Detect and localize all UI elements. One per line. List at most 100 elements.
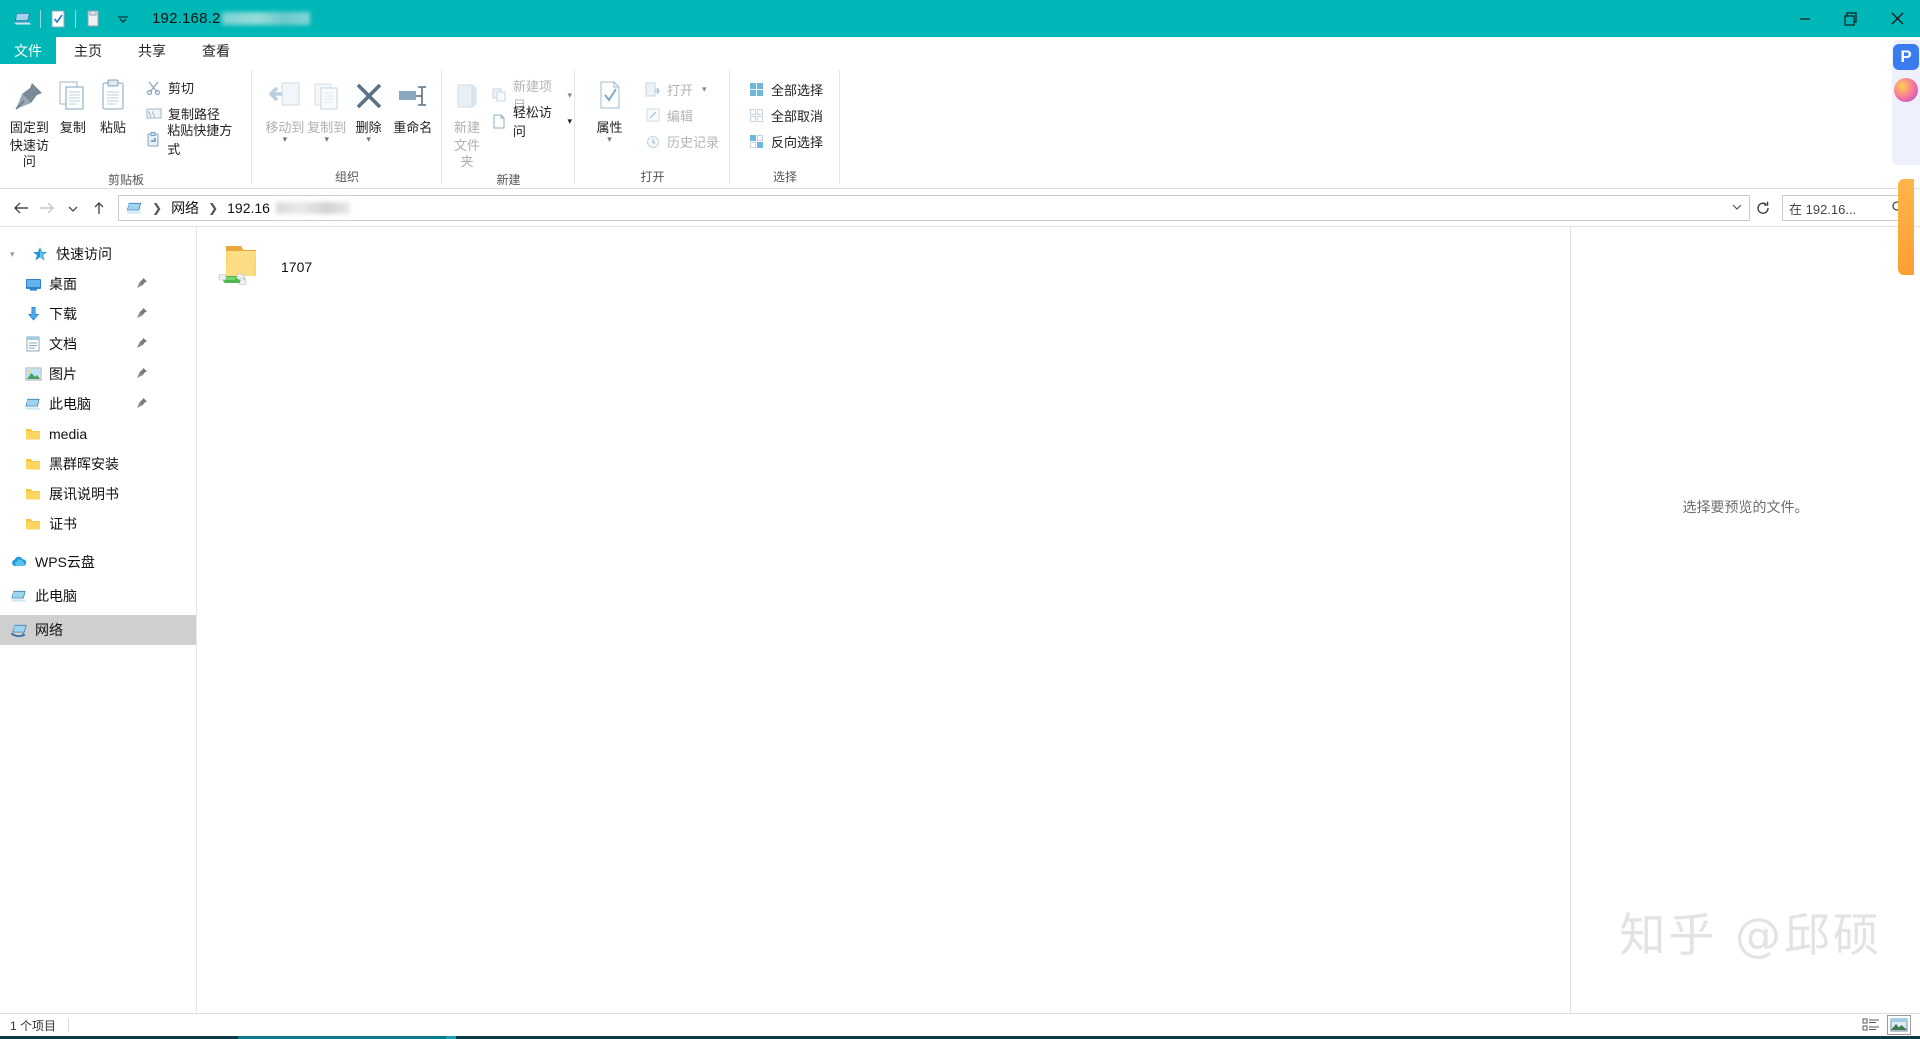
address-bar-row: ❯ 网络 ❯ 192.16 在 192.16...: [0, 190, 1920, 226]
edit-button[interactable]: 编辑: [640, 102, 724, 128]
window-title: 192.168.2: [152, 10, 310, 27]
rename-button[interactable]: 重命名: [390, 70, 436, 136]
sidebar-item-label: WPS云盘: [35, 554, 95, 570]
delete-caret-icon[interactable]: ▾: [366, 135, 371, 144]
select-none-icon: [748, 107, 765, 124]
breadcrumb-separator-2[interactable]: ❯: [204, 201, 222, 215]
easy-access-button[interactable]: 轻松访问 ▾: [488, 105, 576, 139]
tab-home[interactable]: 主页: [56, 37, 120, 64]
forward-button[interactable]: [34, 195, 60, 221]
open-icon: [644, 81, 661, 98]
select-none-button[interactable]: 全部取消: [744, 102, 836, 128]
properties-checkbox-icon[interactable]: [43, 4, 73, 34]
sidebar-item-downloads[interactable]: 下载: [0, 299, 196, 329]
sidebar-item-heiqunhui[interactable]: 黑群晖安装: [0, 449, 196, 479]
network-icon: [10, 621, 28, 639]
paste-button[interactable]: 粘贴: [93, 70, 133, 136]
rename-label: 重命名: [393, 120, 433, 135]
copy-button[interactable]: 复制: [53, 70, 93, 136]
pin-icon[interactable]: [136, 336, 148, 352]
new-item-caret-icon[interactable]: ▾: [567, 90, 572, 101]
cut-button[interactable]: 剪切: [141, 74, 246, 100]
select-all-button[interactable]: 全部选择: [744, 76, 836, 102]
pin-icon[interactable]: [136, 366, 148, 382]
delete-button[interactable]: 删除 ▾: [348, 70, 390, 144]
sidebar-item-label: 文档: [49, 336, 77, 352]
large-icons-view-icon[interactable]: [1887, 1015, 1911, 1035]
documents-icon: [24, 335, 42, 353]
easy-access-caret-icon[interactable]: ▾: [567, 116, 572, 127]
ribbon-group-new-label: 新建: [496, 173, 521, 187]
refresh-button[interactable]: [1750, 200, 1776, 216]
details-view-icon[interactable]: [1860, 1016, 1882, 1034]
sidebar-item-quick-access[interactable]: ▾ 快速访问: [0, 239, 196, 269]
minimize-button[interactable]: [1782, 0, 1828, 37]
up-button[interactable]: [86, 195, 112, 221]
open-caret-icon[interactable]: ▾: [702, 84, 707, 95]
chevron-down-icon[interactable]: ▾: [10, 249, 24, 260]
open-button[interactable]: 打开 ▾: [640, 76, 724, 102]
sidebar-item-label: 证书: [49, 516, 77, 532]
customize-chevron-icon[interactable]: [108, 4, 138, 34]
breadcrumb-separator-1[interactable]: ❯: [148, 201, 166, 215]
sidebar-item-documents[interactable]: 文档: [0, 329, 196, 359]
properties-button[interactable]: 属性 ▾: [585, 70, 634, 144]
paste-shortcut-button[interactable]: 粘贴快捷方式: [141, 123, 246, 157]
tab-share[interactable]: 共享: [120, 37, 184, 64]
address-input[interactable]: ❯ 网络 ❯ 192.16: [118, 195, 1750, 221]
breadcrumb-item-network[interactable]: 网络: [168, 196, 202, 220]
edit-label: 编辑: [667, 108, 694, 124]
sidebar-item-media[interactable]: media: [0, 419, 196, 449]
properties-icon: [596, 74, 624, 118]
copy-to-caret-icon[interactable]: ▾: [325, 135, 330, 144]
sidebar-item-label: media: [49, 426, 88, 442]
back-button[interactable]: [8, 195, 34, 221]
new-folder-button[interactable]: 新建 文件夹: [452, 70, 482, 170]
pin-icon[interactable]: [136, 396, 148, 412]
copy-path-icon: \\: [145, 105, 162, 122]
sidebar-item-network[interactable]: 网络: [0, 615, 196, 645]
pin-label-line2: 快速访问: [9, 138, 49, 169]
breadcrumb-root-icon[interactable]: [123, 198, 146, 219]
ribbon-group-organize: 移动到 ▾ 复制到 ▾ 删除 ▾ 重命名 组织: [252, 64, 442, 188]
pin-icon[interactable]: [136, 306, 148, 322]
sidebar-item-label: 快速访问: [56, 246, 112, 262]
app-badge-icon[interactable]: P: [1893, 44, 1919, 70]
preview-message: 选择要预览的文件。: [1682, 499, 1809, 515]
history-button[interactable]: 历史记录: [640, 128, 724, 154]
search-input[interactable]: 在 192.16...: [1789, 199, 1887, 218]
pin-icon[interactable]: [136, 276, 148, 292]
new-folder-icon[interactable]: [78, 4, 108, 34]
avatar[interactable]: [1894, 78, 1918, 102]
properties-caret-icon[interactable]: ▾: [607, 135, 612, 144]
edge-widget-card[interactable]: P: [1892, 40, 1920, 166]
status-divider: [68, 1018, 70, 1032]
recent-locations-button[interactable]: [60, 195, 86, 221]
sidebar-item-zhanxun-manual[interactable]: 展讯说明书: [0, 479, 196, 509]
move-to-button[interactable]: 移动到 ▾: [264, 70, 306, 144]
address-dropdown-icon[interactable]: [1725, 202, 1749, 214]
tab-view[interactable]: 查看: [184, 37, 248, 64]
file-item[interactable]: 1707: [209, 235, 318, 298]
tab-file[interactable]: 文件: [0, 37, 56, 64]
file-list-pane[interactable]: 1707: [196, 227, 1570, 1013]
sidebar-item-this-pc-root[interactable]: 此电脑: [0, 581, 196, 611]
select-all-label: 全部选择: [771, 82, 824, 98]
copy-to-icon: [311, 74, 343, 118]
edge-widget-orange-tab[interactable]: [1898, 179, 1914, 275]
edge-floating-widget[interactable]: P: [1892, 40, 1920, 275]
sidebar-item-this-pc[interactable]: 此电脑: [0, 389, 196, 419]
sidebar-item-pictures[interactable]: 图片: [0, 359, 196, 389]
this-pc-icon[interactable]: [8, 4, 38, 34]
pin-to-quick-access-button[interactable]: 固定到 快速访问: [6, 70, 53, 170]
breadcrumb-item-host[interactable]: 192.16: [224, 198, 273, 218]
move-to-caret-icon[interactable]: ▾: [283, 135, 288, 144]
sidebar-item-label: 网络: [35, 622, 63, 638]
copy-to-button[interactable]: 复制到 ▾: [306, 70, 348, 144]
maximize-button[interactable]: [1828, 0, 1874, 37]
sidebar-item-wps-cloud[interactable]: WPS云盘: [0, 547, 196, 577]
sidebar-item-certificates[interactable]: 证书: [0, 509, 196, 539]
invert-selection-button[interactable]: 反向选择: [744, 128, 836, 154]
close-button[interactable]: [1874, 0, 1920, 37]
sidebar-item-desktop[interactable]: 桌面: [0, 269, 196, 299]
